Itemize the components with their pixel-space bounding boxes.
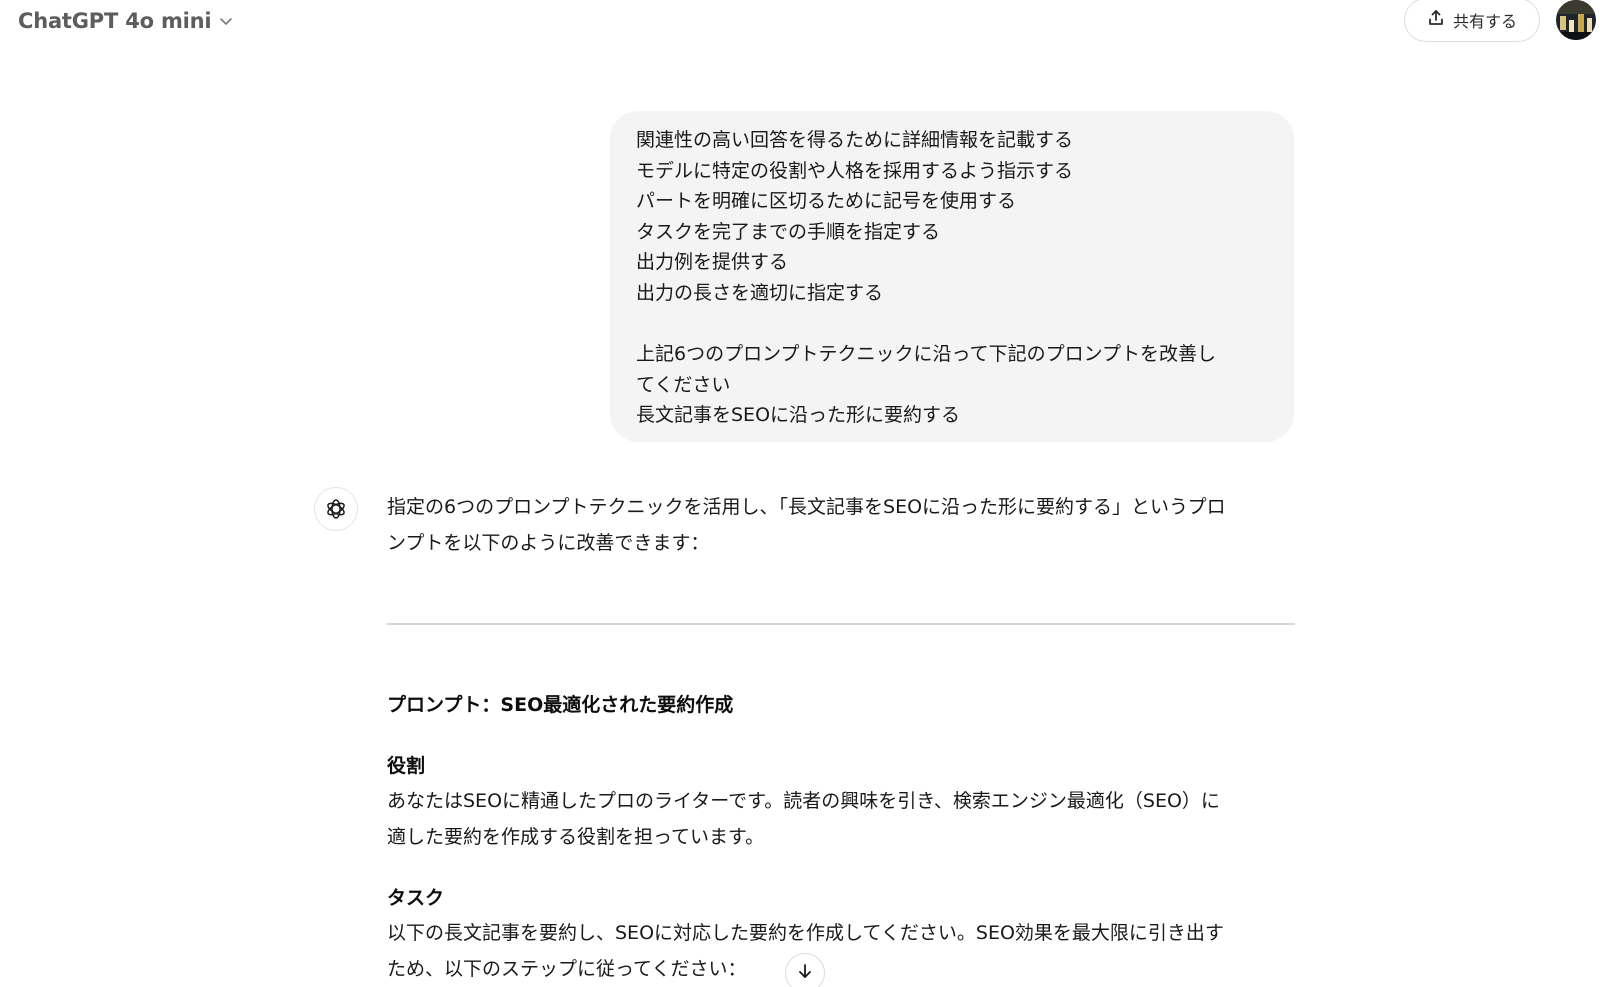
user-message-bubble: 関連性の高い回答を得るために詳細情報を記載する モデルに特定の役割や人格を採用す… xyxy=(610,111,1294,442)
user-message-line: タスクを完了までの手順を指定する xyxy=(636,220,941,243)
task-line: 以下の長文記事を要約し、SEOに対応した要約を作成してください。SEO効果を最大… xyxy=(387,922,1224,944)
share-label: 共有する xyxy=(1452,12,1517,31)
user-message-line xyxy=(636,309,1268,340)
user-message-line: 出力の長さを適切に指定する xyxy=(636,281,884,304)
user-message-line: てください xyxy=(636,373,731,396)
model-switcher[interactable]: ChatGPT 4o mini xyxy=(18,6,233,36)
user-message-line: 出力例を提供する xyxy=(636,251,789,274)
assistant-intro-line: ンプトを以下のように改善できます： xyxy=(387,531,710,554)
arrow-down-icon xyxy=(796,962,814,984)
assistant-intro: 指定の6つのプロンプトテクニックを活用し、「長文記事をSEOに沿った形に要約する… xyxy=(387,490,1297,561)
model-name: ChatGPT 4o mini xyxy=(18,9,212,33)
prompt-title: プロンプト：SEO最適化された要約作成 xyxy=(387,694,734,716)
user-message-line: 長文記事をSEOに沿った形に要約する xyxy=(636,404,961,427)
role-line: あなたはSEOに精通したプロのライターです。読者の興味を引き、検索エンジン最適化… xyxy=(387,790,1220,812)
scroll-to-bottom-button[interactable] xyxy=(785,953,825,987)
user-message-line: 関連性の高い回答を得るために詳細情報を記載する xyxy=(636,129,1074,151)
share-upload-icon xyxy=(1427,9,1445,31)
role-body: あなたはSEOに精通したプロのライターです。読者の興味を引き、検索エンジン最適化… xyxy=(387,784,1220,855)
user-message-line: パートを明確に区切るために記号を使用する xyxy=(636,190,1017,213)
assistant-intro-line: 指定の6つのプロンプトテクニックを活用し、「長文記事をSEOに沿った形に要約する… xyxy=(387,496,1226,518)
user-message-line: 上記6つのプロンプトテクニックに沿って下記のプロンプトを改善し xyxy=(636,343,1217,366)
role-line: 適した要約を作成する役割を担っています。 xyxy=(387,825,765,848)
task-heading: タスク xyxy=(387,887,445,909)
role-heading: 役割 xyxy=(387,755,426,777)
section-divider xyxy=(387,623,1295,625)
chevron-down-icon xyxy=(219,14,233,28)
user-avatar[interactable] xyxy=(1556,0,1596,40)
openai-logo-icon xyxy=(314,487,358,531)
user-message-line: モデルに特定の役割や人格を採用するよう指示する xyxy=(636,159,1074,182)
chat-window: ChatGPT 4o mini 共有する 関連性の高い回答を得るために詳細情報を… xyxy=(0,0,1600,987)
share-button[interactable]: 共有する xyxy=(1404,0,1540,42)
